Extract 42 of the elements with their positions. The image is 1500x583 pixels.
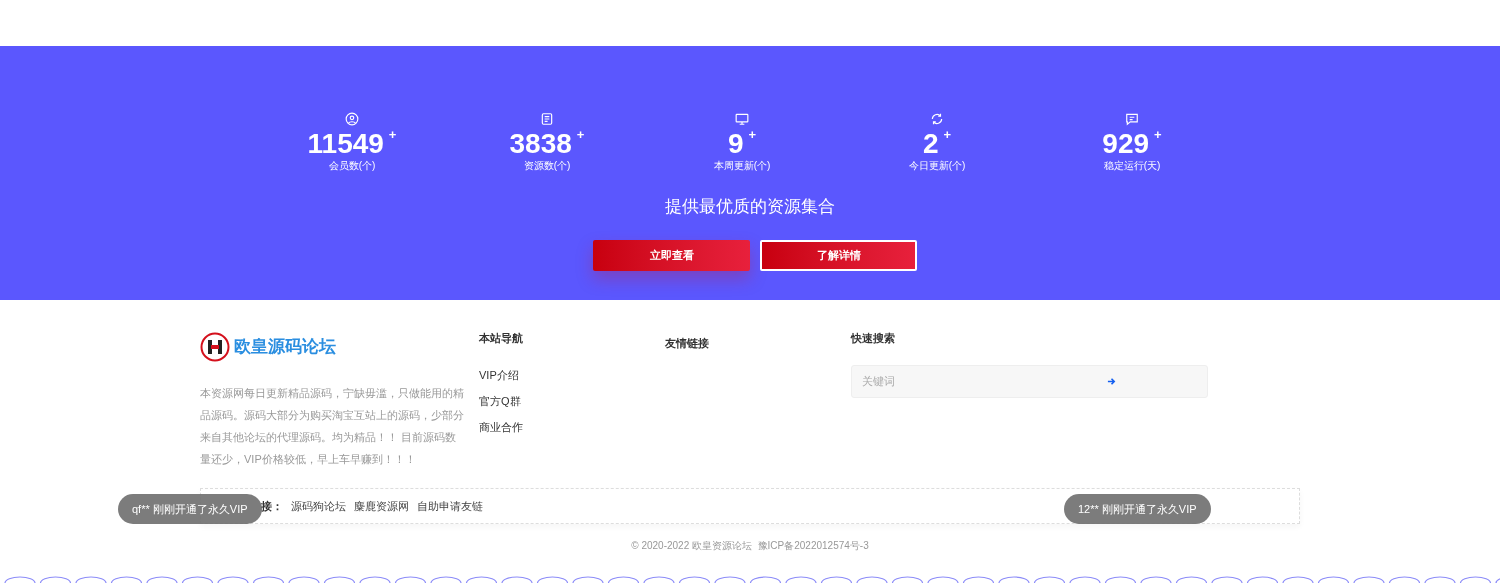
plus-mark: + [576,128,585,142]
copyright: © 2020-2022 欧皇资源论坛 豫ICP备2022012574号-3 [630,539,870,553]
document-icon [540,112,554,126]
friend-link[interactable]: 源码狗论坛 [291,497,346,515]
plus-mark: + [748,128,757,142]
refresh-icon [930,112,944,126]
search-field[interactable]: 关键词 [851,364,1208,398]
stat-value: 9 [727,128,744,160]
logo-icon [200,332,230,362]
action-button[interactable]: 立即查看 [593,239,750,271]
friend-links-label: 接： [261,498,283,514]
logo-text: 欧皇源码论坛 [234,336,336,359]
nav-link[interactable]: 商业合作 [479,419,665,435]
search-title: 快速搜索 [851,331,896,346]
nav-link[interactable]: VIP介绍 [479,367,665,383]
stat-value: 929 [1102,128,1150,160]
arrow-icon[interactable] [1107,376,1116,386]
stat-label: 资源数(个) [523,160,571,172]
stat-value: 2 [922,128,939,160]
friend-link[interactable]: 自助申请友链 [417,497,483,515]
plus-mark: + [943,128,952,142]
friend-link[interactable]: 麋鹿资源网 [354,497,409,515]
monitor-icon [735,112,749,126]
links-title: 友情链接 [665,337,709,349]
vip-toast: qf** 刚刚开通了永久VIP [118,494,262,524]
plus-mark: + [388,128,397,142]
chat-icon [1125,112,1139,126]
vip-toast: 12** 刚刚开通了永久VIP [1064,494,1211,524]
keyword-input[interactable]: 关键词 [862,372,1102,390]
nav-link[interactable]: 官方Q群 [479,393,665,409]
site-description: 本资源网每日更新精品源码，宁缺毋滥，只做能用的精品源码。源码大部分为购买淘宝互站上的源码，少部分来自其他论坛的代理源码。均为精品！！ 目前源码数量还少，VIP价格较低，早上车早赚到！！！ [200,386,465,467]
nav-title: 本站导航 [479,331,524,346]
stat-value: 11549 [307,128,384,160]
action-button[interactable]: 了解详情 [760,239,917,271]
stat-label: 会员数(个) [328,160,376,172]
stat-label: 稳定运行(天) [1103,160,1161,172]
slogan: 提供最优质的资源集合 [665,196,835,218]
stat-value: 3838 [509,128,572,160]
stat-label: 本周更新(个) [713,160,771,172]
user-icon [345,112,359,126]
plus-mark: + [1154,128,1162,142]
stat-label: 今日更新(个) [908,160,966,172]
